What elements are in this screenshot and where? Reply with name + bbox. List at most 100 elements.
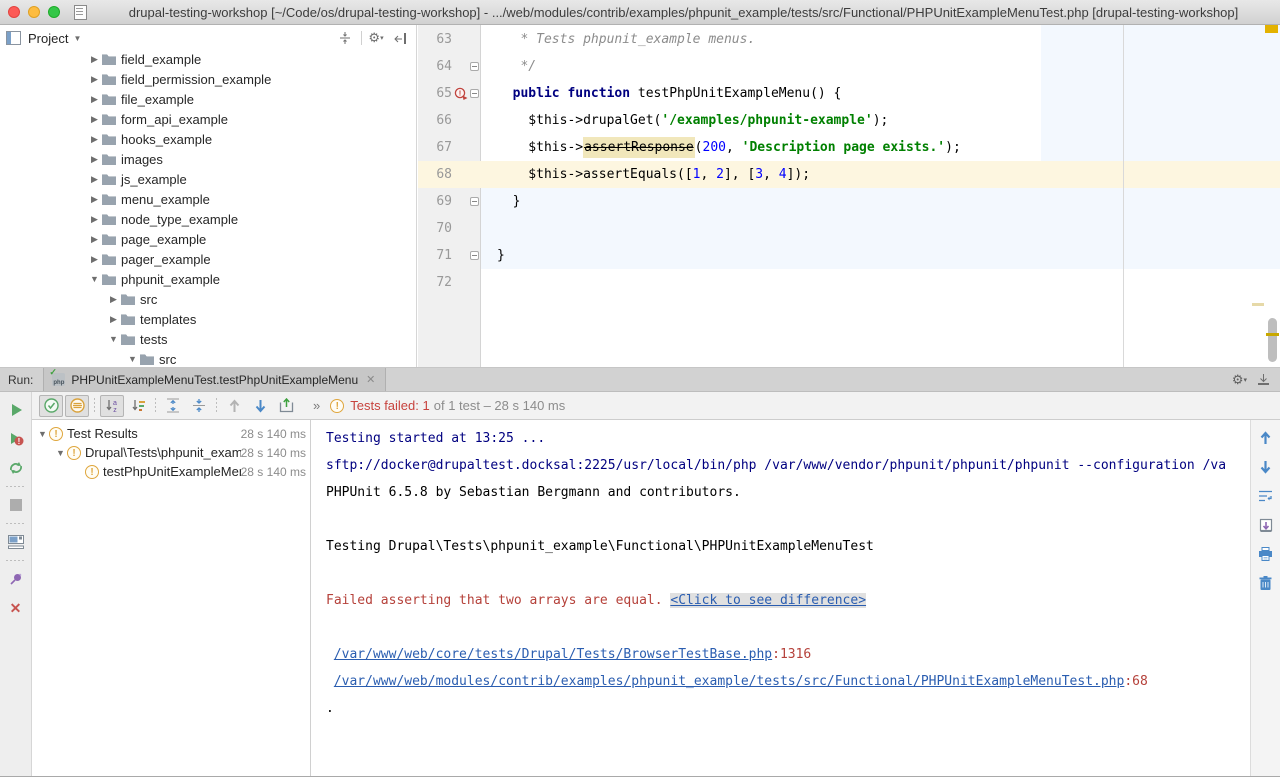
chevron-right-icon[interactable]: ▶	[88, 54, 101, 65]
restore-layout-button[interactable]	[5, 531, 27, 553]
code-line-65[interactable]: 65! public function testPhpUnitExampleMe…	[418, 80, 1280, 107]
minimize-window-button[interactable]	[28, 6, 40, 18]
fold-marker-icon[interactable]	[470, 89, 479, 98]
console-link[interactable]: <Click to see difference>	[670, 593, 866, 608]
scroll-from-source-button[interactable]	[335, 29, 355, 47]
code-line-64[interactable]: 64 */	[418, 53, 1280, 80]
test-tree-item[interactable]: ▼!Drupal\Tests\phpunit_example28 s 140 m…	[32, 443, 310, 462]
console-line	[326, 560, 1250, 587]
tree-item-field_permission_example[interactable]: ▶field_permission_example	[0, 69, 416, 89]
sort-alphabetically-button[interactable]: az	[100, 395, 124, 417]
tree-item-phpunit_example[interactable]: ▼phpunit_example	[0, 269, 416, 289]
chevron-right-icon[interactable]: ▶	[88, 234, 101, 245]
chevron-down-icon[interactable]: ▼	[126, 354, 139, 364]
code-line-63[interactable]: 63 * Tests phpunit_example menus.	[418, 26, 1280, 53]
tree-item-images[interactable]: ▶ images	[0, 149, 416, 169]
tree-item-label: images	[121, 152, 163, 167]
warning-stripe-mark[interactable]	[1252, 303, 1264, 306]
soft-wrap-button[interactable]	[1255, 485, 1277, 507]
zoom-window-button[interactable]	[48, 6, 60, 18]
previous-failed-test-button[interactable]	[222, 395, 246, 417]
stop-button[interactable]	[5, 494, 27, 516]
down-stacktrace-button[interactable]	[1255, 456, 1277, 478]
code-line-70[interactable]: 70	[418, 215, 1280, 242]
chevron-right-icon[interactable]: ▶	[107, 294, 120, 305]
code-line-72[interactable]: 72	[418, 269, 1280, 296]
run-tab[interactable]: ✓php PHPUnitExampleMenuTest.testPhpUnitE…	[43, 368, 386, 391]
chevron-right-icon[interactable]: ▶	[88, 114, 101, 125]
tree-item-tests[interactable]: ▼tests	[0, 329, 416, 349]
chevron-down-icon[interactable]: ▼	[73, 34, 81, 43]
print-button[interactable]	[1255, 543, 1277, 565]
gear-icon[interactable]: ⚙▾	[366, 29, 386, 47]
close-run-panel-button[interactable]: ✕	[5, 597, 27, 619]
test-console[interactable]: Testing started at 13:25 ...sftp://docke…	[311, 420, 1280, 777]
chevron-right-icon[interactable]: ▶	[88, 214, 101, 225]
toggle-auto-test-button[interactable]	[5, 457, 27, 479]
rerun-failed-tests-button[interactable]: !	[5, 428, 27, 450]
console-link[interactable]: /var/www/web/modules/contrib/examples/ph…	[334, 674, 1125, 689]
test-tree-item[interactable]: ▼!Test Results28 s 140 ms	[32, 424, 310, 443]
failed-test-icon[interactable]: !	[454, 87, 468, 101]
hide-panel-icon[interactable]	[390, 29, 410, 47]
code-editor[interactable]: 63 * Tests phpunit_example menus.64 */65…	[418, 25, 1280, 367]
tree-item-src[interactable]: ▶src	[0, 289, 416, 309]
chevron-right-icon[interactable]: ▶	[88, 194, 101, 205]
sort-by-duration-button[interactable]	[126, 395, 150, 417]
close-icon[interactable]: ✕	[364, 373, 377, 386]
fold-marker-icon[interactable]	[470, 197, 479, 206]
collapse-all-button[interactable]	[187, 395, 211, 417]
folder-icon	[101, 53, 119, 66]
run-settings-gear-icon[interactable]: ⚙▾	[1232, 372, 1247, 388]
chevron-down-icon[interactable]: ▼	[88, 274, 101, 284]
clear-console-button[interactable]	[1255, 572, 1277, 594]
import-test-results-button[interactable]	[274, 395, 298, 417]
rerun-button[interactable]	[5, 399, 27, 421]
chevron-right-icon[interactable]: ▶	[88, 134, 101, 145]
pin-tab-button[interactable]	[5, 568, 27, 590]
fold-marker-icon[interactable]	[470, 251, 479, 260]
test-tree-item[interactable]: !testPhpUnitExampleMenu28 s 140 ms	[32, 462, 310, 481]
chevron-right-icon[interactable]: ▶	[107, 314, 120, 325]
more-actions-chevron[interactable]: »	[313, 398, 320, 413]
scroll-to-end-button[interactable]	[1255, 514, 1277, 536]
tree-item-pager_example[interactable]: ▶pager_example	[0, 249, 416, 269]
chevron-right-icon[interactable]: ▶	[88, 254, 101, 265]
folder-icon	[101, 133, 119, 146]
editor-scrollbar[interactable]	[1268, 318, 1277, 362]
tree-item-menu_example[interactable]: ▶menu_example	[0, 189, 416, 209]
folder-icon	[120, 333, 138, 346]
hide-run-panel-icon[interactable]	[1257, 373, 1270, 386]
inspections-indicator[interactable]	[1265, 25, 1278, 33]
chevron-down-icon[interactable]: ▼	[107, 334, 120, 344]
tree-item-node_type_example[interactable]: ▶node_type_example	[0, 209, 416, 229]
tree-item-file_example[interactable]: ▶file_example	[0, 89, 416, 109]
chevron-down-icon[interactable]: ▼	[54, 448, 67, 458]
tree-item-templates[interactable]: ▶templates	[0, 309, 416, 329]
code-line-68[interactable]: 68 $this->assertEquals([1, 2], [3, 4]);	[418, 161, 1280, 188]
chevron-right-icon[interactable]: ▶	[88, 94, 101, 105]
expand-all-button[interactable]	[161, 395, 185, 417]
chevron-right-icon[interactable]: ▶	[88, 74, 101, 85]
code-line-71[interactable]: 71}	[418, 242, 1280, 269]
project-panel-title[interactable]: Project	[28, 31, 68, 46]
code-line-69[interactable]: 69 }	[418, 188, 1280, 215]
tree-item-page_example[interactable]: ▶page_example	[0, 229, 416, 249]
tree-item-src[interactable]: ▼src	[0, 349, 416, 367]
code-line-67[interactable]: 67 $this->assertResponse(200, 'Descripti…	[418, 134, 1280, 161]
tree-item-js_example[interactable]: ▶js_example	[0, 169, 416, 189]
close-window-button[interactable]	[8, 6, 20, 18]
chevron-right-icon[interactable]: ▶	[88, 174, 101, 185]
next-failed-test-button[interactable]	[248, 395, 272, 417]
tree-item-hooks_example[interactable]: ▶hooks_example	[0, 129, 416, 149]
console-link[interactable]: /var/www/web/core/tests/Drupal/Tests/Bro…	[334, 647, 772, 662]
fold-marker-icon[interactable]	[470, 62, 479, 71]
tree-item-form_api_example[interactable]: ▶form_api_example	[0, 109, 416, 129]
show-passed-button[interactable]	[39, 395, 63, 417]
show-ignored-button[interactable]	[65, 395, 89, 417]
tree-item-field_example[interactable]: ▶field_example	[0, 49, 416, 69]
chevron-down-icon[interactable]: ▼	[36, 429, 49, 439]
chevron-right-icon[interactable]: ▶	[88, 154, 101, 165]
up-stacktrace-button[interactable]	[1255, 427, 1277, 449]
code-line-66[interactable]: 66 $this->drupalGet('/examples/phpunit-e…	[418, 107, 1280, 134]
